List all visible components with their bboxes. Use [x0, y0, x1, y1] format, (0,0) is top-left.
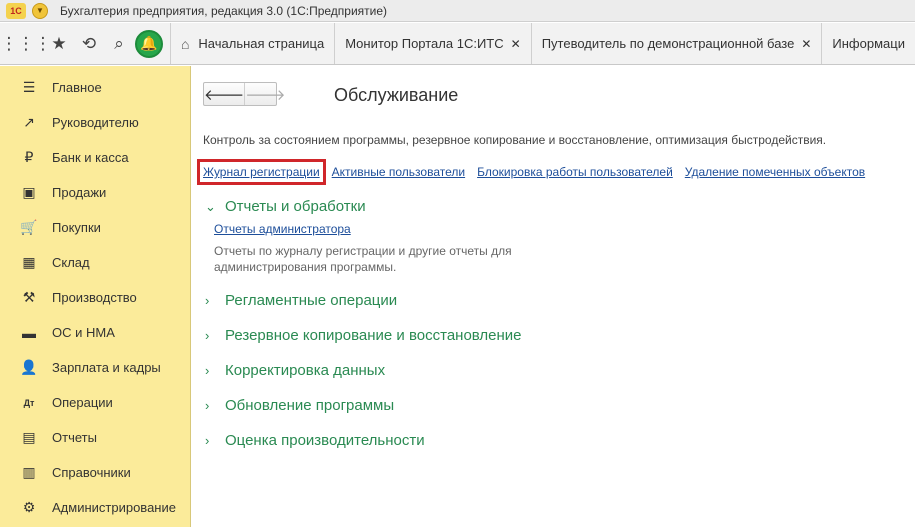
close-icon[interactable]: ✕ — [511, 37, 521, 51]
tools-icon: ⚒ — [22, 289, 36, 305]
sidebar-item-label: Покупки — [52, 220, 101, 235]
sidebar-item-manager[interactable]: ↗ Руководителю — [4, 105, 190, 140]
chevron-down-icon: ⌄ — [205, 198, 216, 214]
sidebar: ☰ Главное ↗ Руководителю ₽ Банк и касса ▣ Пр… — [0, 66, 191, 527]
close-icon[interactable]: ✕ — [801, 37, 811, 51]
tab-demo-guide[interactable]: Путеводитель по демонстрационной базе ✕ — [530, 23, 822, 64]
shopping-bag-icon: ▣ — [22, 184, 36, 200]
tab-strip: ⌂ Начальная страница Монитор Портала 1С:… — [169, 23, 915, 64]
tab-its-monitor[interactable]: Монитор Портала 1С:ИТС ✕ — [334, 23, 530, 64]
bell-icon: 🔔 — [134, 29, 163, 58]
cart-icon: 🛒 — [20, 219, 38, 235]
sidebar-item-production[interactable]: ⚒ Производство — [4, 280, 190, 315]
sidebar-item-label: Администрирование — [52, 500, 176, 515]
admin-reports-description: Отчеты по журналу регистрации и другие о… — [214, 244, 512, 274]
sidebar-item-label: Отчеты — [52, 430, 97, 445]
back-arrow-icon[interactable]: 🡐 — [204, 83, 244, 105]
chevron-right-icon: › — [205, 398, 210, 413]
sidebar-item-label: Руководителю — [52, 115, 139, 130]
title-bar: 1С ▼ Бухгалтерия предприятия, редакция 3… — [0, 0, 915, 22]
link-admin-reports[interactable]: Отчеты администратора — [214, 222, 351, 236]
sidebar-item-label: Склад — [52, 255, 90, 270]
navigation-buttons: 🡐 🡒 — [203, 82, 285, 106]
debit-credit-icon: Дт — [23, 397, 35, 408]
sidebar-item-warehouse[interactable]: ▦ Склад — [4, 245, 190, 280]
notifications-button[interactable]: 🔔 — [134, 23, 164, 64]
section-label: Резервное копирование и восстановление — [225, 327, 522, 344]
link-active-users[interactable]: Активные пользователи — [332, 165, 465, 179]
sidebar-item-label: ОС и НМА — [52, 325, 115, 340]
trend-icon: ↗ — [23, 114, 35, 130]
section-routine-operations[interactable]: › Регламентные операции — [205, 292, 397, 309]
section-label: Корректировка данных — [225, 362, 386, 379]
sidebar-item-label: Производство — [52, 290, 137, 305]
section-performance[interactable]: › Оценка производительности — [205, 432, 425, 449]
ruble-icon: ₽ — [24, 149, 34, 165]
page-description: Контроль за состоянием программы, резерв… — [203, 133, 827, 147]
sidebar-item-purchases[interactable]: 🛒 Покупки — [4, 210, 190, 245]
section-backup-restore[interactable]: › Резервное копирование и восстановление — [205, 327, 522, 344]
sidebar-item-fixed-assets[interactable]: ▬ ОС и НМА — [4, 315, 190, 350]
sidebar-item-salary[interactable]: 👤 Зарплата и кадры — [4, 350, 190, 385]
link-delete-marked[interactable]: Удаление помеченных объектов — [685, 165, 865, 179]
tab-label: Путеводитель по демонстрационной базе — [541, 36, 795, 51]
gear-icon: ⚙ — [22, 499, 36, 515]
home-icon: ⌂ — [180, 35, 190, 52]
chevron-right-icon: › — [205, 293, 210, 308]
sidebar-item-label: Операции — [52, 395, 113, 410]
tab-label: Начальная страница — [198, 36, 325, 51]
sidebar-item-operations[interactable]: Дт Операции — [4, 385, 190, 420]
sidebar-item-sales[interactable]: ▣ Продажи — [4, 175, 190, 210]
section-label: Регламентные операции — [225, 292, 398, 309]
sidebar-item-main[interactable]: ☰ Главное — [4, 70, 190, 105]
section-label: Обновление программы — [225, 397, 395, 414]
sidebar-item-administration[interactable]: ⚙ Администрирование — [4, 490, 190, 525]
sidebar-item-label: Зарплата и кадры — [52, 360, 161, 375]
menu-lines-icon: ☰ — [22, 79, 36, 95]
sidebar-item-label: Главное — [52, 80, 102, 95]
sidebar-item-label: Банк и касса — [52, 150, 129, 165]
sidebar-item-label: Справочники — [52, 465, 131, 480]
search-icon[interactable]: ⌕ — [104, 23, 134, 64]
link-block-users[interactable]: Блокировка работы пользователей — [477, 165, 673, 179]
sidebar-item-label: Продажи — [52, 185, 107, 200]
section-data-correction[interactable]: › Корректировка данных — [205, 362, 385, 379]
link-event-log[interactable]: Журнал регистрации — [197, 159, 326, 185]
main-content: 🡐 🡒 Обслуживание Контроль за состоянием … — [192, 66, 915, 527]
sidebar-item-catalogs[interactable]: ▥ Справочники — [4, 455, 190, 490]
page-title: Обслуживание — [334, 85, 459, 105]
section-label: Отчеты и обработки — [225, 198, 366, 215]
chevron-right-icon: › — [205, 328, 210, 343]
section-label: Оценка производительности — [225, 432, 425, 449]
quick-links: Журнал регистрации Активные пользователи… — [197, 159, 877, 185]
tab-label: Монитор Портала 1С:ИТС — [345, 36, 504, 51]
tab-label: Информаци — [832, 36, 905, 51]
truck-icon: ▬ — [22, 324, 36, 341]
main-menu-button[interactable]: ▼ — [32, 2, 48, 19]
sidebar-item-reports[interactable]: ▤ Отчеты — [4, 420, 190, 455]
section-reports-processing[interactable]: ⌄ Отчеты и обработки — [205, 198, 366, 215]
tab-home[interactable]: ⌂ Начальная страница — [169, 23, 334, 64]
person-icon: 👤 — [20, 359, 38, 375]
window-title: Бухгалтерия предприятия, редакция 3.0 (1… — [60, 3, 388, 18]
favorites-star-icon[interactable]: ★ — [44, 23, 74, 64]
apps-grid-icon[interactable]: ⋮⋮⋮ — [1, 23, 52, 64]
forward-arrow-icon[interactable]: 🡒 — [244, 83, 285, 105]
sidebar-item-bank[interactable]: ₽ Банк и касса — [4, 140, 190, 175]
chevron-right-icon: › — [205, 433, 210, 448]
history-icon[interactable]: ⟲ — [74, 23, 104, 64]
tab-info[interactable]: Информаци — [821, 23, 915, 64]
book-icon: ▥ — [22, 464, 36, 480]
warehouse-icon: ▦ — [22, 254, 36, 270]
toolbar: ⋮⋮⋮ ★ ⟲ ⌕ 🔔 ⌂ Начальная страница Монитор… — [0, 23, 915, 65]
chevron-right-icon: › — [205, 363, 210, 378]
report-icon: ▤ — [22, 429, 36, 445]
section-program-update[interactable]: › Обновление программы — [205, 397, 394, 414]
1c-logo-icon: 1С — [6, 2, 26, 19]
